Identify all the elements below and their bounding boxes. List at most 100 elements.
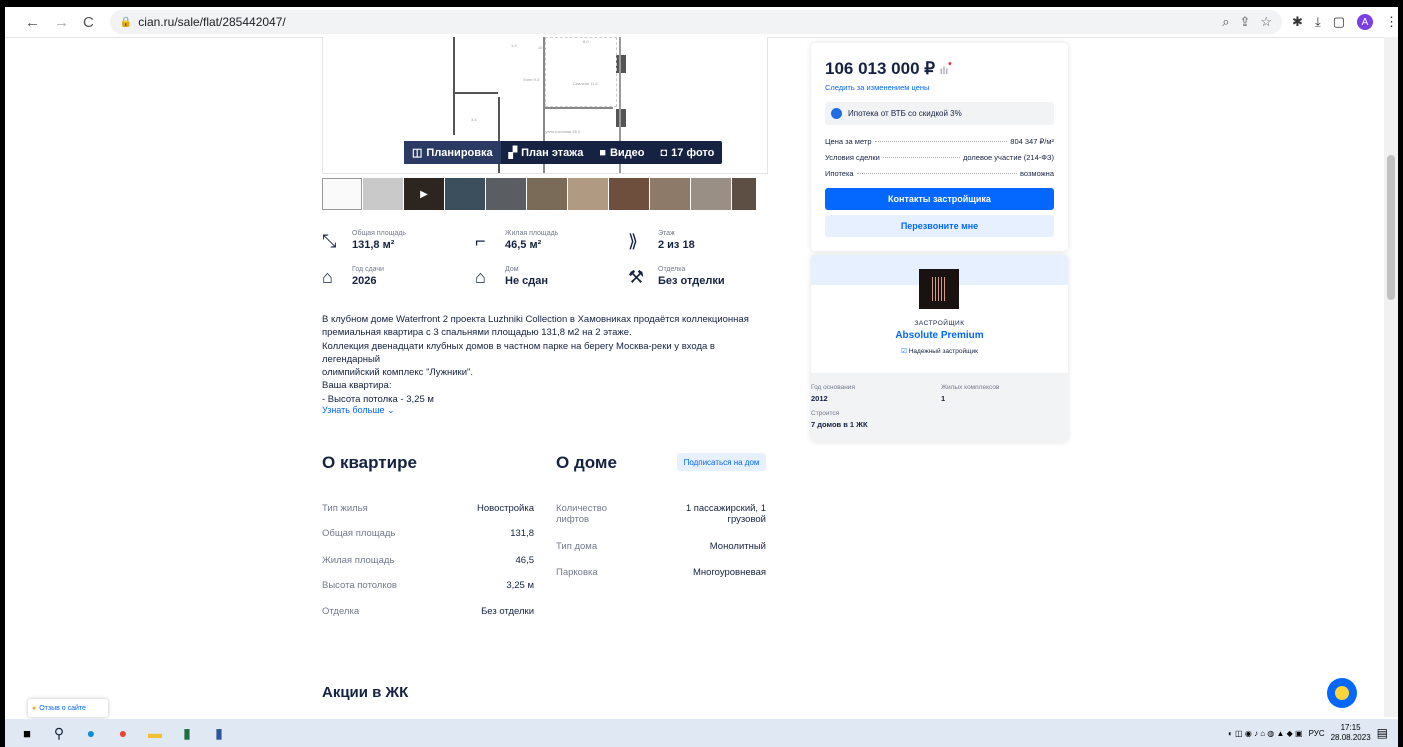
stairs-icon: ⟫	[628, 231, 639, 251]
thumbnail[interactable]	[486, 178, 526, 210]
stat-label: Год основания	[811, 384, 855, 391]
thumbnail[interactable]	[445, 178, 485, 210]
fact-total-area: ⤡ Общая площадь 131,8 м²	[322, 230, 407, 251]
plan-label: 3,4	[471, 117, 477, 122]
fact-floor: ⟫ Этаж 2 из 18	[628, 230, 695, 251]
browser-toolbar: ← → C 🔒 cian.ru/sale/flat/285442047/ ⌕ ⇪…	[5, 7, 1398, 38]
area-icon: ⤡	[322, 231, 337, 251]
contact-developer-button[interactable]: Контакты застройщика	[825, 188, 1054, 210]
address-bar[interactable]: 🔒 cian.ru/sale/flat/285442047/ ⌕ ⇪ ☆	[109, 10, 1283, 34]
excel-icon[interactable]: ▮	[177, 723, 197, 743]
tray-icons[interactable]: ◐ ◫ ◉ ♪ ⌂ ◍ ▲ ◆ ▣	[1228, 729, 1303, 738]
chrome-icon[interactable]: ●	[113, 723, 133, 743]
download-icon[interactable]: ⤓	[1315, 14, 1321, 30]
sidepanel-icon[interactable]: ▢	[1333, 14, 1345, 30]
thumbnail[interactable]	[609, 178, 649, 210]
language-indicator[interactable]: РУС	[1309, 729, 1325, 738]
smile-icon: ●	[32, 704, 37, 712]
thumbnail[interactable]	[650, 178, 690, 210]
price-param: Цена за метр 804 347 ₽/м²	[825, 137, 1054, 146]
read-more-link[interactable]: Узнать больше ⌄	[322, 405, 395, 416]
price-param: Условия сделки долевое участие (214-ФЗ)	[825, 153, 1054, 162]
fact-house: ⌂ Дом Не сдан	[475, 266, 548, 287]
apartment-row: Тип жилья Новостройка	[322, 503, 534, 514]
windows-start-icon[interactable]: ■	[17, 723, 37, 743]
tab-floor-plan[interactable]: ▞ План этажа	[501, 141, 592, 164]
promo-title: Акции в ЖК	[322, 684, 409, 701]
stat-label: Строится	[811, 410, 840, 417]
plan-label: Кухня-гостиная 26,0	[543, 129, 581, 134]
floorplan-icon: ◫	[412, 147, 423, 159]
plan-label: Спальня 11,6	[573, 81, 598, 86]
living-area-icon: ⌐	[475, 231, 486, 251]
house-row: Количество лифтов 1 пассажирский, 1 грузов…	[556, 503, 766, 525]
mortgage-banner[interactable]: Ипотека от ВТБ со скидкой 3%	[825, 102, 1054, 125]
check-icon: ☑	[901, 348, 907, 355]
thumbnail[interactable]: ▶	[404, 178, 444, 210]
play-icon: ▶	[420, 188, 428, 200]
thumbnail[interactable]	[527, 178, 567, 210]
description-line: В клубном доме Waterfront 2 проекта Luzh…	[322, 314, 749, 325]
stat-value: 2012	[811, 394, 828, 403]
zoom-icon[interactable]: ⌕	[1222, 14, 1229, 30]
follow-price-link[interactable]: Следить за изменением цены	[825, 83, 929, 92]
reload-icon[interactable]: C	[83, 14, 94, 31]
price-card: 106 013 000 ₽ ılı• Следить за изменением…	[811, 43, 1068, 251]
fact-year: ⌂ Год сдачи 2026	[322, 266, 384, 287]
house-title: О доме	[556, 453, 617, 472]
stat-value: 7 домов в 1 ЖК	[811, 420, 868, 429]
thumbnail[interactable]	[363, 178, 403, 210]
word-icon[interactable]: ▮	[209, 723, 229, 743]
chat-button[interactable]	[1327, 678, 1357, 708]
file-explorer-icon[interactable]: ▬	[145, 723, 165, 743]
vtb-logo-icon	[831, 108, 842, 119]
notifications-icon[interactable]: ▤	[1377, 726, 1388, 740]
scrollbar-thumb[interactable]	[1387, 155, 1395, 300]
developer-name-link[interactable]: Absolute Premium	[811, 330, 1068, 341]
chevron-down-icon: ⌄	[387, 405, 395, 415]
thumbnail[interactable]	[691, 178, 731, 210]
page-scrollbar[interactable]	[1384, 37, 1398, 717]
tab-floorplan[interactable]: ◫ Планировка	[404, 141, 501, 164]
price-chart-icon[interactable]: ılı	[940, 66, 948, 77]
feedback-button[interactable]: ● Отзыв о сайте	[28, 699, 108, 717]
video-icon: ■	[599, 146, 606, 159]
share-icon[interactable]: ⇪	[1239, 14, 1250, 30]
tab-video[interactable]: ■ Видео	[591, 141, 652, 164]
thumbnail[interactable]	[732, 178, 756, 210]
subscribe-house-button[interactable]: Подписаться на дом	[677, 453, 766, 471]
thumbnail[interactable]	[322, 178, 362, 210]
windows-taskbar: ■ ⚲ ● ● ▬ ▮ ▮ ◐ ◫ ◉ ♪ ⌂ ◍ ▲ ◆ ▣ РУС 17:1…	[5, 719, 1398, 747]
extensions-icon[interactable]: ✱	[1292, 14, 1303, 30]
description-line: Коллекция двенадцати клубных домов в час…	[322, 340, 715, 365]
developer-logo[interactable]	[919, 269, 959, 309]
tab-photos[interactable]: ◘ 17 фото	[653, 141, 723, 164]
thumbnail-strip: ▶	[322, 178, 756, 210]
callback-button[interactable]: Перезвоните мне	[825, 215, 1054, 237]
description-line: Ваша квартира:	[322, 380, 392, 392]
menu-dots-icon[interactable]: ⋮	[1385, 14, 1398, 30]
apartment-title: О квартире	[322, 453, 417, 472]
thumbnail[interactable]	[568, 178, 608, 210]
reliable-badge: ☑ Надежный застройщик	[901, 348, 978, 355]
floor-icon: ▞	[508, 147, 518, 159]
edge-icon[interactable]: ●	[81, 723, 101, 743]
forward-icon[interactable]: →	[54, 14, 69, 31]
fact-living-area: ⌐ Жилая площадь 46,5 м²	[475, 230, 559, 251]
description-line: олимпийский комплекс "Лужники".	[322, 367, 474, 379]
profile-avatar[interactable]: A	[1357, 14, 1373, 30]
finish-icon: ⚒	[628, 267, 645, 287]
search-icon[interactable]: ⚲	[49, 723, 69, 743]
system-tray: ◐ ◫ ◉ ♪ ⌂ ◍ ▲ ◆ ▣ РУС 17:15 28.08.2023 ▤	[1228, 723, 1388, 743]
back-icon[interactable]: ←	[25, 14, 40, 31]
plan-label: 1,9	[511, 43, 517, 48]
bookmark-star-icon[interactable]: ☆	[1260, 14, 1272, 30]
price-param: Ипотека возможна	[825, 169, 1054, 178]
url-text: cian.ru/sale/flat/285442047/	[138, 15, 286, 29]
clock[interactable]: 17:15 28.08.2023	[1331, 723, 1371, 743]
description: В клубном доме Waterfront 2 проекта Luzh…	[322, 313, 772, 406]
developer-card: ЗАСТРОЙЩИК Absolute Premium ☑ Надежный з…	[811, 255, 1068, 442]
house-row: Тип дома Монолитный	[556, 541, 766, 552]
stat-value: 1	[941, 394, 946, 403]
developer-role: ЗАСТРОЙЩИК	[914, 320, 965, 327]
